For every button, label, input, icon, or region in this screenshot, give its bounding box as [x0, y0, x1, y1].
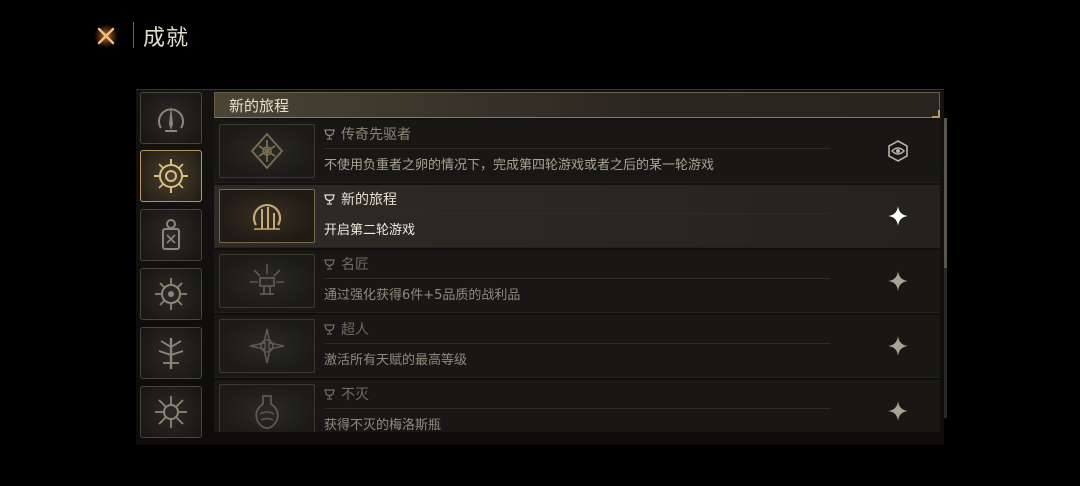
rune-emblem-icon	[250, 132, 284, 170]
achievement-name: 新的旅程	[324, 189, 397, 209]
sparkle-icon	[888, 271, 908, 291]
star-sigil-icon	[249, 328, 285, 364]
sparkle-icon	[888, 206, 908, 226]
category-sidebar	[140, 92, 206, 438]
achievement-name-text: 新的旅程	[341, 192, 397, 208]
achievement-desc: 开启第二轮游戏	[324, 223, 416, 238]
row-divider	[324, 213, 830, 214]
status-badge	[886, 204, 910, 228]
eye-badge-icon	[888, 140, 908, 162]
achievement-name-text: 超人	[341, 322, 369, 338]
category-header: 新的旅程	[214, 92, 940, 118]
achievement-thumbnail	[219, 254, 315, 308]
category-tab-spire[interactable]	[140, 92, 202, 144]
tree-icon	[158, 338, 184, 369]
achievement-thumbnail	[219, 319, 315, 373]
anvil-icon	[250, 264, 284, 295]
close-icon	[94, 24, 118, 48]
row-divider	[324, 408, 830, 409]
category-tab-lantern[interactable]	[140, 209, 202, 261]
flask-icon	[255, 395, 279, 429]
achievement-thumbnail	[219, 384, 315, 432]
page-title: 成就	[143, 26, 190, 51]
achievement-desc: 激活所有天赋的最高等级	[324, 353, 468, 368]
trophy-icon	[324, 128, 335, 140]
achievement-name: 不灭	[324, 384, 369, 404]
trophy-icon	[324, 323, 335, 335]
achievement-row[interactable]: 传奇先驱者 不使用负重者之卵的情况下，完成第四轮游戏或者之后的某一轮游戏	[214, 120, 940, 183]
achievement-desc: 通过强化获得6件+5品质的战利品	[324, 288, 521, 303]
sun-eye-icon	[155, 278, 187, 310]
compass-icon	[154, 159, 188, 193]
achievement-name: 传奇先驱者	[324, 124, 411, 144]
achievement-thumbnail	[219, 189, 315, 243]
achievement-name-text: 名匠	[341, 257, 369, 273]
title-divider	[133, 22, 134, 48]
achievement-row[interactable]: 新的旅程 开启第二轮游戏	[214, 185, 940, 248]
achievement-list[interactable]: 传奇先驱者 不使用负重者之卵的情况下，完成第四轮游戏或者之后的某一轮游戏 新的旅…	[214, 120, 940, 432]
achievement-thumbnail	[219, 124, 315, 178]
close-button[interactable]	[90, 20, 122, 52]
achievement-name: 超人	[324, 319, 369, 339]
category-tab-thorn[interactable]	[140, 386, 202, 438]
row-divider	[324, 278, 830, 279]
top-bar: 成就	[0, 0, 1080, 70]
list-scrollbar[interactable]	[944, 118, 947, 418]
row-divider	[324, 343, 830, 344]
spire-icon	[158, 106, 184, 132]
status-badge	[886, 399, 910, 423]
trophy-icon	[324, 388, 335, 400]
achievement-row[interactable]: 不灭 获得不灭的梅洛斯瓶	[214, 380, 940, 432]
achievement-row[interactable]: 超人 激活所有天赋的最高等级	[214, 315, 940, 378]
status-badge	[886, 139, 910, 163]
thorn-icon	[155, 396, 187, 428]
status-badge	[886, 334, 910, 358]
category-tab-sun-eye[interactable]	[140, 268, 202, 320]
trophy-icon	[324, 193, 335, 205]
achievement-name-text: 传奇先驱者	[341, 127, 411, 143]
sparkle-icon	[888, 401, 908, 421]
ring-blade-icon	[252, 204, 282, 230]
trophy-icon	[324, 258, 335, 270]
achievement-name: 名匠	[324, 254, 369, 274]
category-tab-tree[interactable]	[140, 327, 202, 379]
achievement-desc: 获得不灭的梅洛斯瓶	[324, 418, 442, 432]
achievement-row[interactable]: 名匠 通过强化获得6件+5品质的战利品	[214, 250, 940, 313]
header-corner-ornament	[932, 110, 940, 118]
lantern-icon	[162, 219, 180, 250]
status-badge	[886, 269, 910, 293]
sparkle-icon	[888, 336, 908, 356]
category-title: 新的旅程	[229, 97, 290, 115]
row-divider	[324, 148, 830, 149]
scrollbar-thumb[interactable]	[944, 118, 947, 268]
category-tab-compass[interactable]	[140, 150, 202, 202]
achievement-desc: 不使用负重者之卵的情况下，完成第四轮游戏或者之后的某一轮游戏	[324, 158, 715, 173]
achievement-name-text: 不灭	[341, 387, 369, 403]
